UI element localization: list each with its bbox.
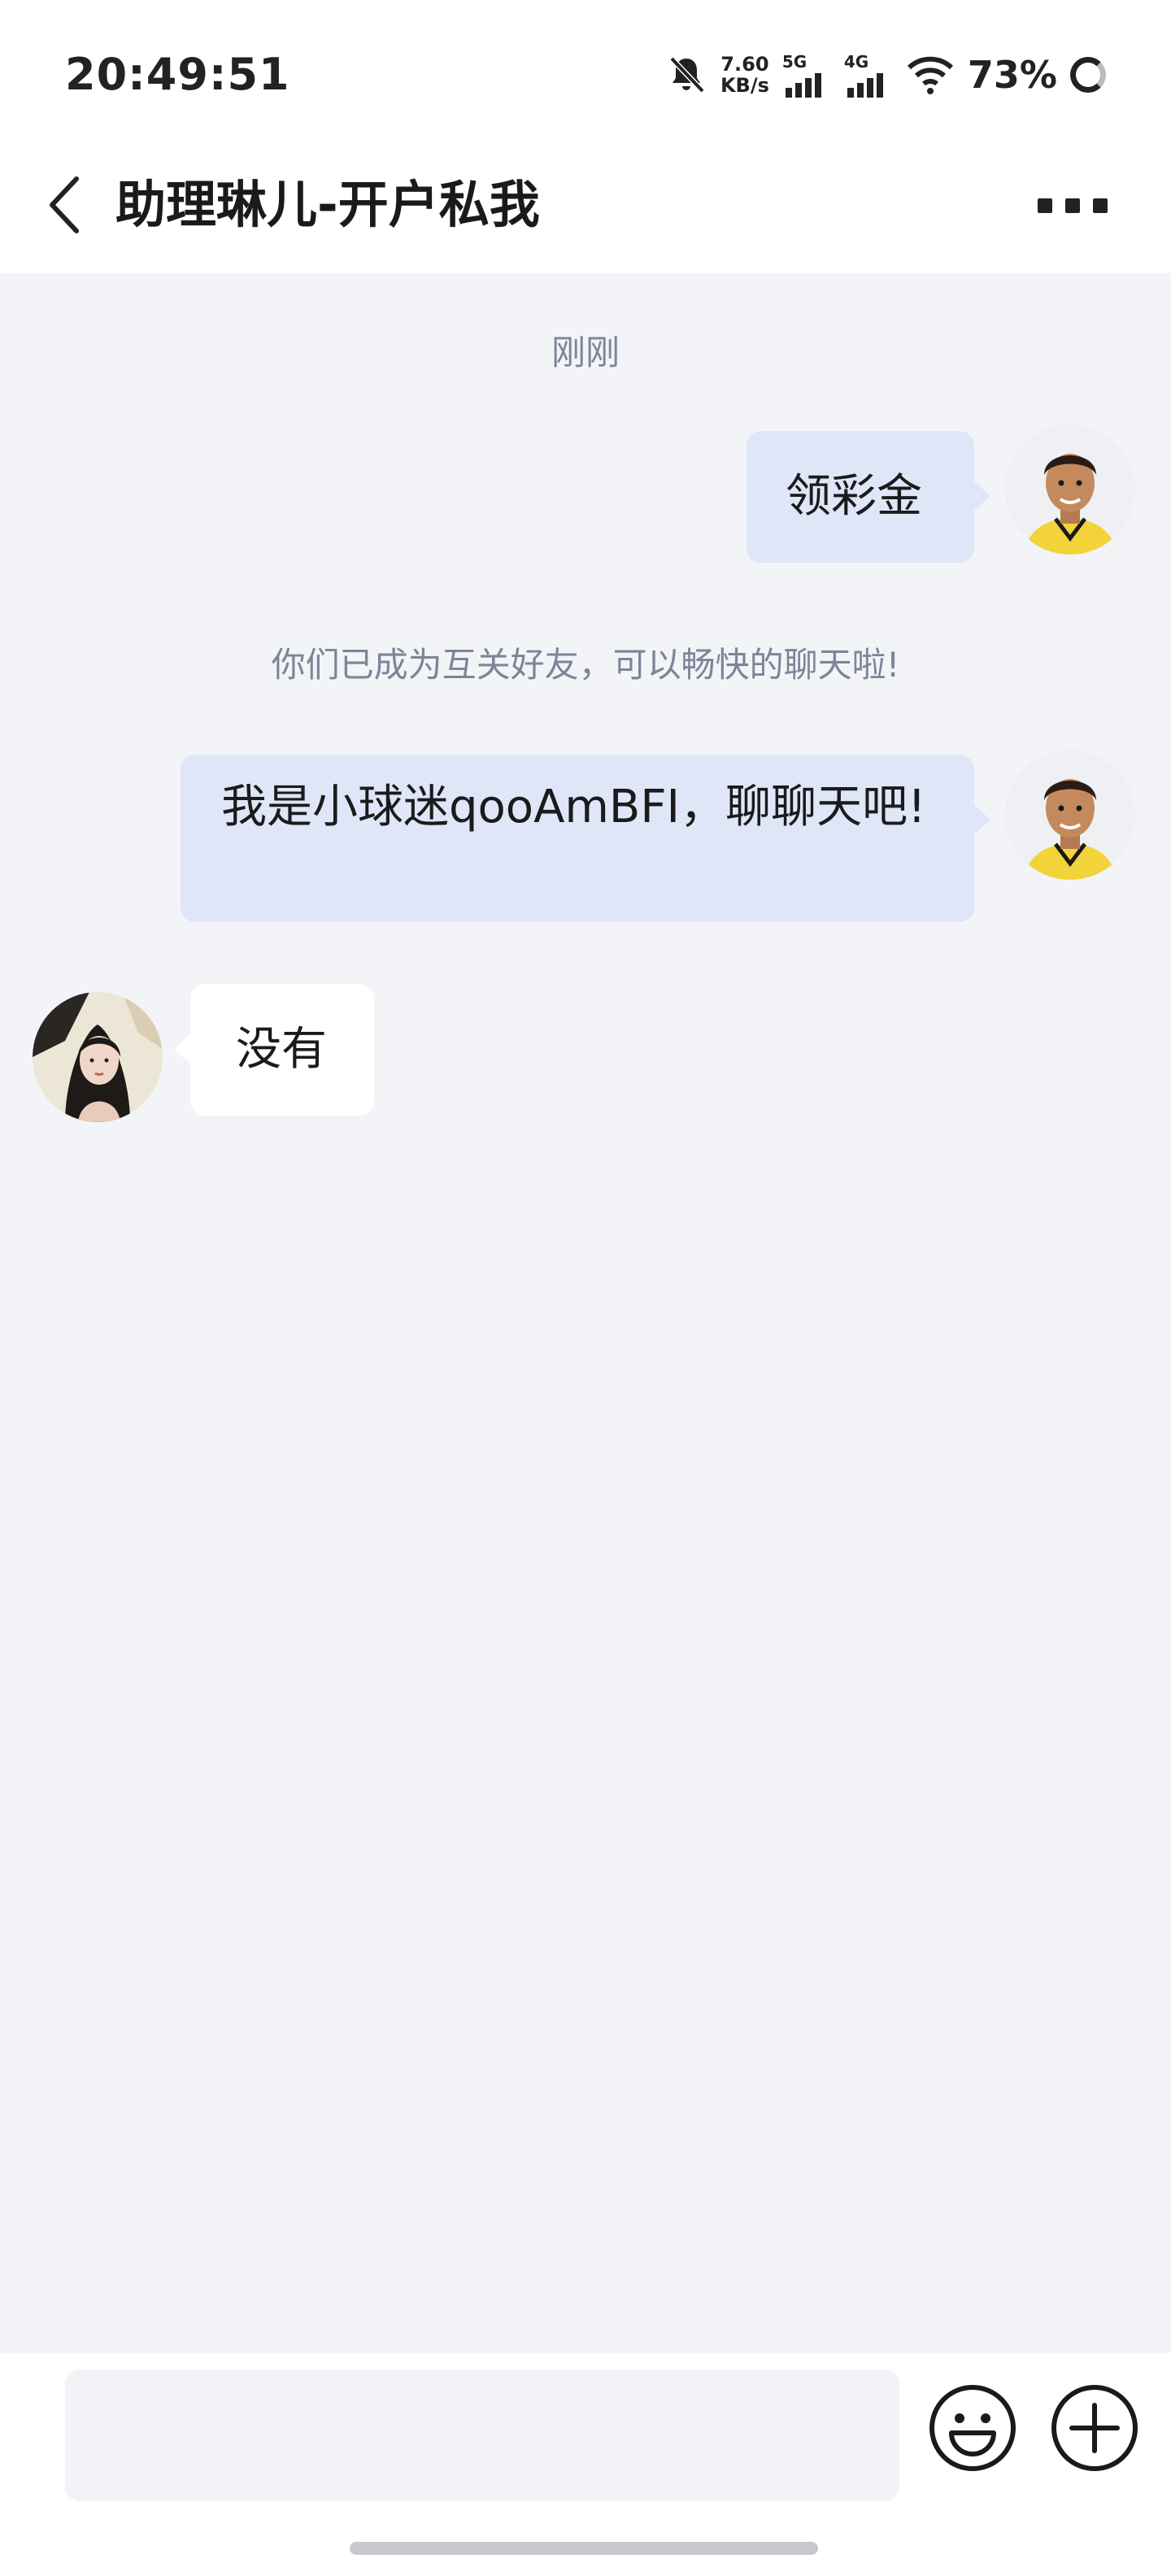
- football-player-avatar-icon: [1005, 750, 1135, 880]
- my-avatar[interactable]: [1005, 424, 1135, 555]
- net-speed-unit: KB/s: [720, 74, 769, 97]
- status-icons: 7.60 KB/s 5G 4G 73%: [665, 50, 1106, 99]
- message-bubble-sent[interactable]: 领彩金: [747, 431, 990, 563]
- more-dot: [1065, 198, 1080, 213]
- sim1-label: 5G: [781, 52, 808, 72]
- my-avatar[interactable]: [1005, 750, 1135, 880]
- message-bubble-received[interactable]: 没有: [174, 984, 374, 1116]
- football-player-avatar-icon: [1005, 424, 1135, 555]
- wifi-icon: [907, 56, 953, 94]
- signal-icon: 4G: [844, 52, 893, 98]
- woman-portrait-avatar-icon: [33, 992, 163, 1122]
- composer-bar: [0, 2353, 1171, 2576]
- message-input[interactable]: [65, 2369, 899, 2501]
- battery-level: 73%: [967, 53, 1057, 97]
- signal-icon: 5G: [782, 52, 831, 98]
- plus-icon[interactable]: [1049, 2382, 1140, 2474]
- battery-icon: [1070, 57, 1106, 93]
- net-speed: 7.60 KB/s: [720, 54, 769, 96]
- status-time: 20:49:51: [65, 49, 290, 100]
- net-speed-value: 7.60: [720, 53, 769, 76]
- mute-bell-icon: [669, 56, 705, 94]
- timestamp: 刚刚: [551, 333, 620, 372]
- emoji-icon[interactable]: [927, 2382, 1018, 2474]
- more-dot: [1093, 198, 1108, 213]
- chat-area[interactable]: 刚刚 领彩金 你们已成为互关好友，可以畅快的聊天啦! 我是小球迷qooAmBFI…: [0, 273, 1171, 2353]
- contact-avatar[interactable]: [33, 992, 163, 1122]
- status-bar: 20:49:51 7.60 KB/s 5G 4G 73%: [0, 0, 1171, 140]
- more-icon[interactable]: [1038, 198, 1108, 213]
- chat-title: 助理琳儿-开户私我: [115, 175, 540, 234]
- sim2-label: 4G: [843, 52, 869, 72]
- chat-header: 助理琳儿-开户私我: [0, 140, 1171, 273]
- home-indicator[interactable]: [350, 2542, 818, 2555]
- more-dot: [1038, 198, 1052, 213]
- back-arrow-icon[interactable]: [42, 172, 91, 237]
- message-bubble-sent[interactable]: 我是小球迷qooAmBFI，聊聊天吧!: [181, 755, 990, 922]
- system-message: 你们已成为互关好友，可以畅快的聊天啦!: [271, 645, 900, 685]
